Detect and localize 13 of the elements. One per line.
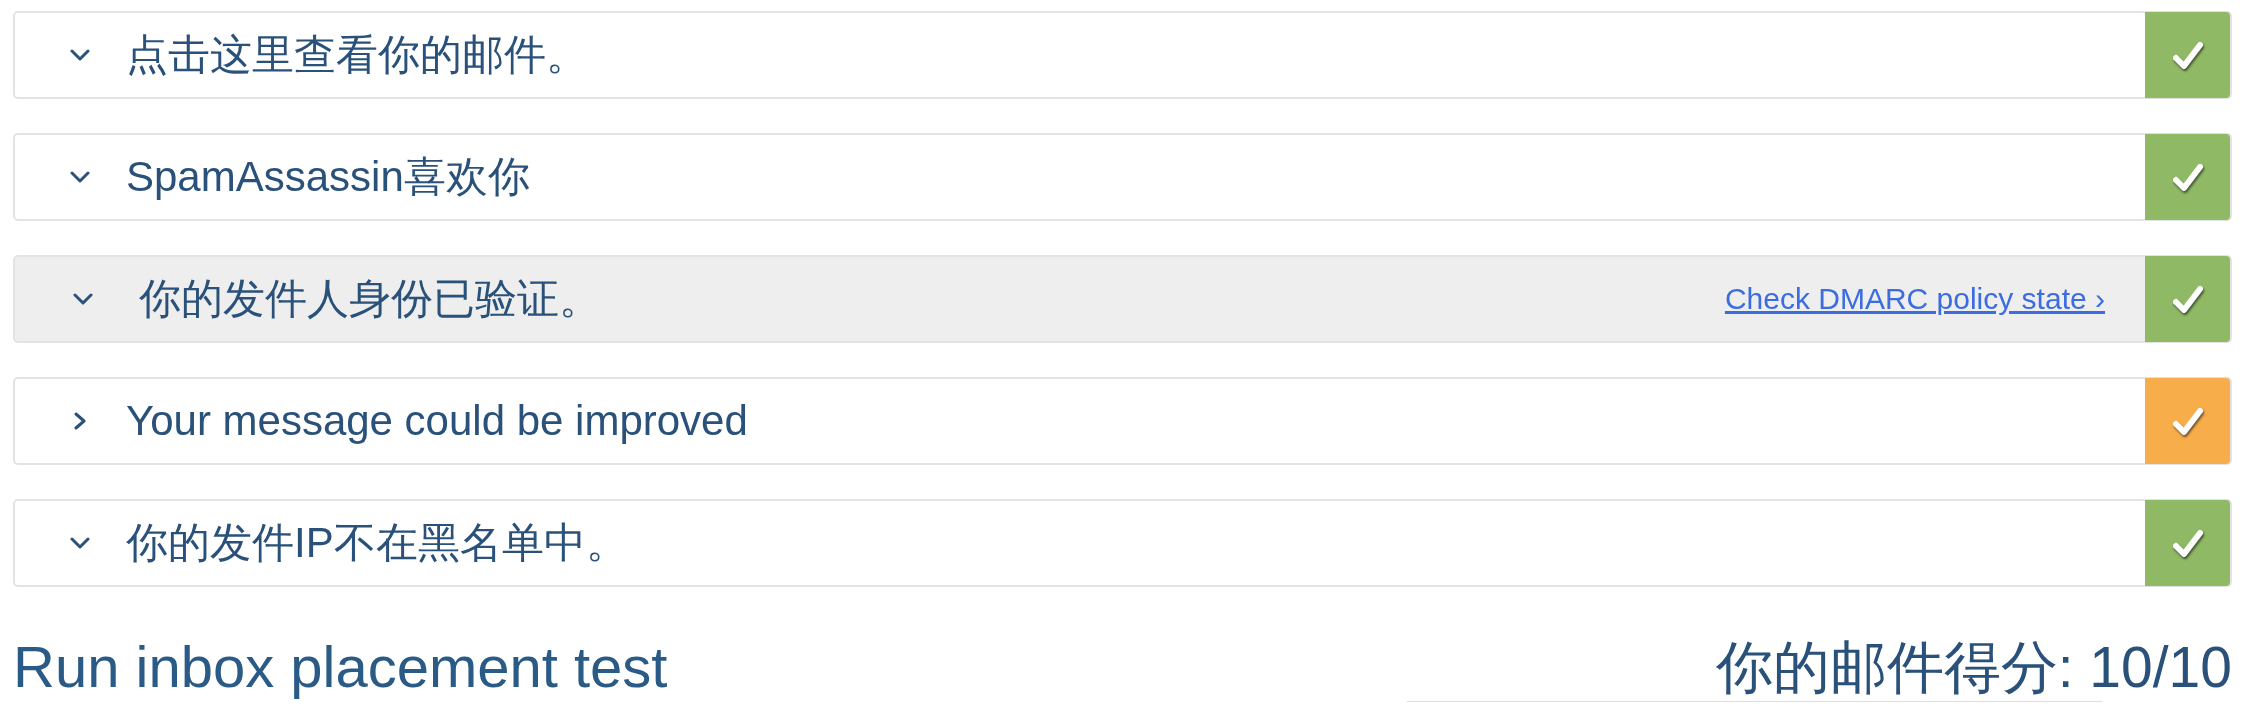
accordion-row[interactable]: SpamAssassin喜欢你 [13, 133, 2232, 221]
dmarc-policy-link[interactable]: Check DMARC policy state › [1724, 282, 2105, 316]
inbox-placement-test-link[interactable]: Run inbox placement test [13, 635, 668, 699]
row-title: SpamAssassin喜欢你 [126, 152, 530, 202]
accordion-row[interactable]: Your message could be improved [13, 377, 2232, 465]
row-title: Your message could be improved [126, 397, 748, 445]
accordion-row[interactable]: 你的发件人身份已验证。 Check DMARC policy state › [13, 255, 2232, 343]
row-title: 点击这里查看你的邮件。 [126, 30, 588, 80]
accordion-row[interactable]: 点击这里查看你的邮件。 [13, 11, 2232, 99]
row-title: 你的发件IP不在黑名单中。 [126, 518, 628, 568]
row-title: 你的发件人身份已验证。 [139, 274, 601, 324]
email-score: 你的邮件得分: 10/10 [1715, 636, 2232, 699]
accordion-row[interactable]: 你的发件IP不在黑名单中。 [13, 499, 2232, 587]
